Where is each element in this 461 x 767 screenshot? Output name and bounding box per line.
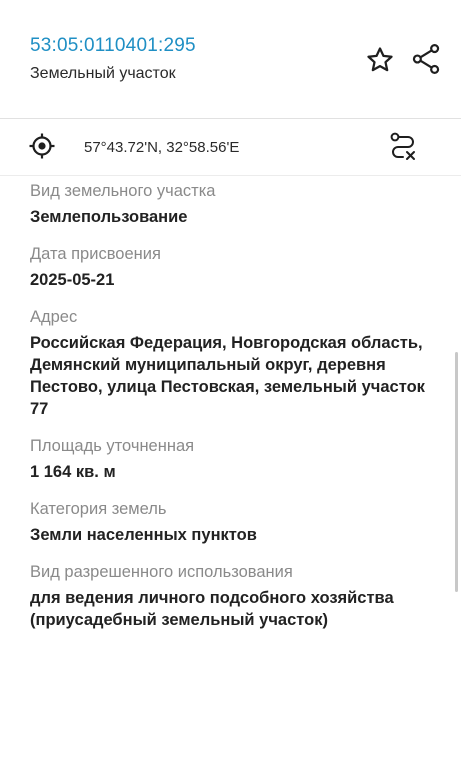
coordinates-divider: [0, 175, 461, 176]
scrollbar[interactable]: [455, 352, 458, 592]
crosshair-target-icon[interactable]: [28, 132, 56, 160]
address-value: Российская Федерация, Новгородская облас…: [30, 334, 425, 418]
coordinates-text[interactable]: 57°43.72'N, 32°58.56'E: [84, 139, 239, 156]
land-type-value: Землепользование: [30, 208, 188, 226]
favorite-button[interactable]: [364, 44, 396, 76]
object-header: 53:05:0110401:295 Земельный участок: [0, 0, 461, 118]
share-icon: [412, 43, 440, 75]
land-category-value: Земли населенных пунктов: [30, 526, 257, 544]
assignment-date-value: 2025-05-21: [30, 271, 115, 289]
coordinates-row: 57°43.72'N, 32°58.56'E: [0, 119, 461, 175]
permitted-use-label: Вид разрешенного использования: [30, 563, 293, 581]
route-off-icon[interactable]: [386, 130, 420, 164]
object-type: Земельный участок: [30, 65, 176, 82]
star-outline-icon: [367, 47, 393, 72]
land-type-label: Вид земельного участка: [30, 182, 216, 200]
share-button[interactable]: [410, 42, 442, 76]
area-value: 1 164 кв. м: [30, 463, 116, 481]
land-category-label: Категория земель: [30, 500, 167, 518]
permitted-use-value: для ведения личного подсобного хозяйства…: [30, 589, 394, 629]
area-label: Площадь уточненная: [30, 437, 195, 455]
cadastral-number[interactable]: 53:05:0110401:295: [30, 35, 196, 57]
address-label: Адрес: [30, 308, 78, 326]
assignment-date-label: Дата присвоения: [30, 245, 161, 263]
